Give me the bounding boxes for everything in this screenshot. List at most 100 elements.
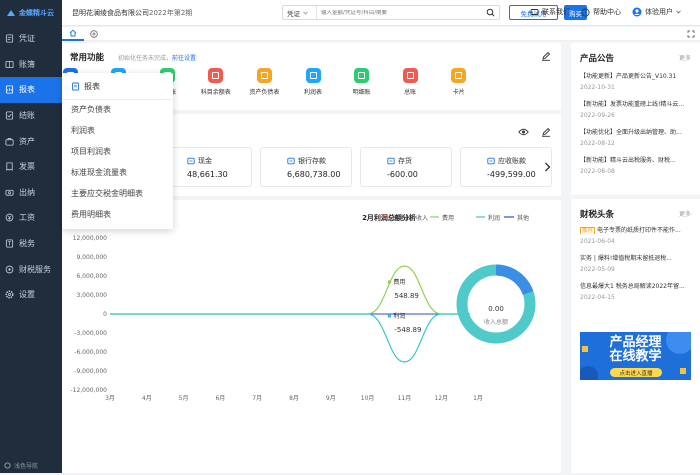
sidebar-item-6[interactable]: 发票	[0, 154, 62, 180]
income-total-value: 0.00	[488, 305, 504, 313]
report-menu-item[interactable]: 利润表	[71, 125, 95, 136]
chevron-right-icon[interactable]	[544, 162, 551, 172]
report-menu-item[interactable]: 标准现金流量表	[71, 167, 127, 178]
stat-card[interactable]: 应收账款 -499,599.00	[460, 147, 552, 187]
sidebar-item-9[interactable]: 税务	[0, 231, 62, 257]
stat-card[interactable]: 现金 48,661.30	[160, 147, 252, 187]
tab-home[interactable]	[62, 27, 84, 41]
notice-item[interactable]: 【功能优化】全面升级出纳管理、助... 2022-08-12	[580, 127, 693, 147]
bank-icon	[287, 157, 295, 165]
tax-news-title-row: 信息最爆大1 税务总局解读2022年留...	[580, 281, 693, 290]
notice-item[interactable]: 【新功能】精斗云出税服务、财税... 2022-08-08	[580, 155, 693, 175]
nav-theme-toggle[interactable]: 浅色导航	[4, 461, 38, 470]
accounting-period: 2022年第2期	[149, 8, 193, 17]
sidebar-item-label: 工资	[19, 213, 35, 223]
sidebar-item-8[interactable]: 工资	[0, 205, 62, 231]
search-type-select[interactable]: 凭证	[283, 6, 317, 19]
stat-card[interactable]: 银行存款 6,680,738.00	[260, 147, 352, 187]
init-task-hint: 初始化任务未完成，前往设置	[118, 53, 196, 62]
function-shortcut[interactable]: 总账	[388, 68, 432, 96]
function-shortcut[interactable]: 资产负债表	[242, 68, 286, 96]
app-logo[interactable]: 金蝶精斗云	[0, 0, 62, 26]
user-avatar-icon	[632, 7, 642, 17]
search-icon[interactable]	[486, 8, 495, 17]
tooltip-value: 548.89	[394, 292, 419, 300]
edit-icon[interactable]	[541, 127, 551, 137]
ledger-icon	[5, 60, 14, 68]
tooltip-marker	[387, 314, 392, 318]
add-tab-icon[interactable]	[90, 29, 98, 38]
function-label: 利润表	[303, 89, 322, 96]
close-account-icon	[5, 111, 14, 120]
stat-label: 银行存款	[298, 157, 326, 165]
help-center-link[interactable]: ? 帮助中心	[581, 7, 621, 17]
report-menu-item[interactable]: 资产负债表	[71, 104, 111, 115]
series-line-2	[110, 313, 478, 363]
notice-date: 2022-08-12	[580, 140, 615, 147]
cashier-icon	[5, 189, 14, 196]
sidebar-item-10[interactable]: 财税服务	[0, 256, 62, 282]
user-menu[interactable]: 体验用户	[632, 7, 681, 17]
banner-line-1: 产品经理	[609, 335, 662, 350]
report-menu-item[interactable]: 费用明细表	[71, 209, 111, 220]
chat-icon	[530, 8, 539, 16]
legend-label: 利润	[488, 214, 500, 222]
tax-news-item[interactable]: 推荐 电子专票的纸质打印件不能作... 2021-06-04	[580, 225, 693, 245]
company-name: 昆明花澜绫食品有限公司	[72, 8, 149, 17]
notice-title: 【功能优化】全面升级出纳管理、助...	[580, 129, 682, 136]
company-title[interactable]: 昆明花澜绫食品有限公司2022年第2期	[72, 8, 192, 18]
notice-item[interactable]: 【功能更新】产品更新公告_V10.31 2022-10-31	[580, 71, 693, 91]
top-bar: 昆明花澜绫食品有限公司2022年第2期 凭证 免费试用 购买 联系我们 ? 帮助…	[62, 0, 700, 26]
tax-news-text: 实务 | 爆料!增值税期末留抵退税...	[580, 255, 672, 262]
notice-title: 【新功能】精斗云出税服务、财税...	[580, 157, 676, 164]
function-icon	[402, 68, 418, 83]
enter-live-button[interactable]: 点击进入直播	[610, 368, 662, 377]
contact-us-link[interactable]: 联系我们	[530, 7, 570, 17]
svg-text:?: ?	[584, 10, 587, 16]
eye-icon[interactable]	[518, 128, 529, 136]
function-icon	[208, 68, 224, 83]
tax-more-link[interactable]: 更多	[679, 209, 691, 218]
function-shortcut[interactable]: 科目余额表	[194, 68, 238, 96]
sidebar-item-label: 账簿	[19, 59, 35, 69]
sidebar-item-label: 报表	[19, 85, 35, 95]
tooltip-marker	[387, 280, 392, 284]
banner-title: 产品经理 在线教学	[580, 336, 691, 364]
y-tick-label: 12,000,000	[73, 235, 108, 242]
tax-news-title-row: 推荐 电子专票的纸质打印件不能作...	[580, 225, 693, 234]
x-tick-label: 7月	[252, 395, 262, 402]
x-tick-label: 4月	[142, 395, 152, 402]
sidebar-item-label: 设置	[19, 290, 35, 300]
notice-date: 2022-10-31	[580, 84, 615, 91]
help-center-label: 帮助中心	[593, 8, 621, 16]
sidebar-item-4[interactable]: 结账	[0, 103, 62, 129]
edit-icon[interactable]	[541, 51, 551, 61]
y-tick-label: 0	[103, 311, 107, 318]
search-input[interactable]	[317, 9, 486, 16]
function-shortcut[interactable]: 明细账	[340, 68, 384, 96]
x-tick-label: 11月	[398, 395, 412, 402]
sidebar-item-7[interactable]: 出纳	[0, 180, 62, 206]
product-notice-panel: 产品公告 更多 【功能更新】产品更新公告_V10.31 2022-10-31 【新功…	[571, 43, 700, 195]
report-submenu-header: 报表	[62, 73, 173, 99]
cash-icon	[187, 157, 195, 165]
user-name: 体验用户	[645, 8, 673, 16]
chevron-down-icon	[676, 10, 681, 14]
notice-more-link[interactable]: 更多	[679, 53, 691, 62]
stat-card[interactable]: 存货 -600.00	[360, 147, 452, 187]
fullscreen-icon[interactable]	[687, 30, 695, 38]
function-shortcut[interactable]: 利润表	[291, 68, 335, 96]
sidebar-item-5[interactable]: 资产	[0, 128, 62, 154]
sidebar-item-1[interactable]: 凭证	[0, 26, 62, 52]
live-teaching-banner[interactable]: 产品经理 在线教学 点击进入直播	[580, 332, 691, 380]
y-tick-label: 3,000,000	[76, 292, 107, 299]
tax-news-item[interactable]: 信息最爆大1 税务总局解读2022年留... 2022-04-15	[580, 281, 693, 301]
function-shortcut[interactable]: 卡片	[437, 68, 481, 96]
notice-item[interactable]: 【新功能】发票功能重磅上线!精斗云... 2022-09-26	[580, 99, 693, 119]
report-menu-item[interactable]: 主要应交税金明细表	[71, 188, 143, 199]
tax-news-item[interactable]: 实务 | 爆料!增值税期末留抵退税... 2022-05-09	[580, 253, 693, 273]
go-settings-link[interactable]: 前往设置	[172, 55, 196, 62]
report-menu-item[interactable]: 项目利润表	[71, 146, 111, 157]
product-notice-title: 产品公告	[580, 54, 615, 64]
sidebar-item-11[interactable]: 设置	[0, 282, 62, 308]
